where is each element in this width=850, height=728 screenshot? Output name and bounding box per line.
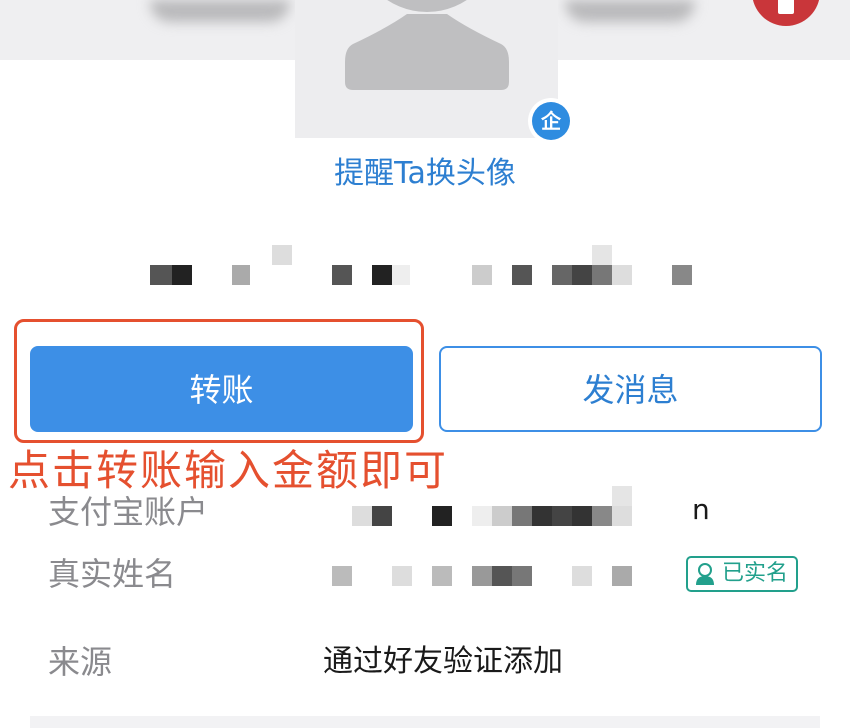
remind-avatar-link[interactable]: 提醒Ta换头像	[0, 152, 850, 196]
person-silhouette-icon	[345, 0, 509, 90]
source-value: 通过好友验证添加	[323, 644, 563, 679]
enterprise-badge: 企	[528, 98, 574, 144]
verified-person-icon	[696, 563, 714, 585]
source-label: 来源	[48, 643, 113, 681]
real-name-label: 真实姓名	[48, 555, 177, 593]
verified-tag-text: 已实名	[722, 561, 789, 586]
verified-tag: 已实名	[686, 556, 798, 592]
bottom-divider	[30, 716, 820, 728]
header-blur-left	[150, 0, 290, 22]
send-message-button[interactable]: 发消息	[439, 346, 822, 432]
header-blur-right	[565, 0, 695, 22]
alipay-account-label: 支付宝账户	[48, 493, 209, 531]
alipay-account-value: n	[692, 493, 710, 526]
enterprise-badge-icon: 企	[532, 102, 570, 140]
transfer-button[interactable]: 转账	[30, 346, 413, 432]
avatar[interactable]	[295, 0, 558, 138]
